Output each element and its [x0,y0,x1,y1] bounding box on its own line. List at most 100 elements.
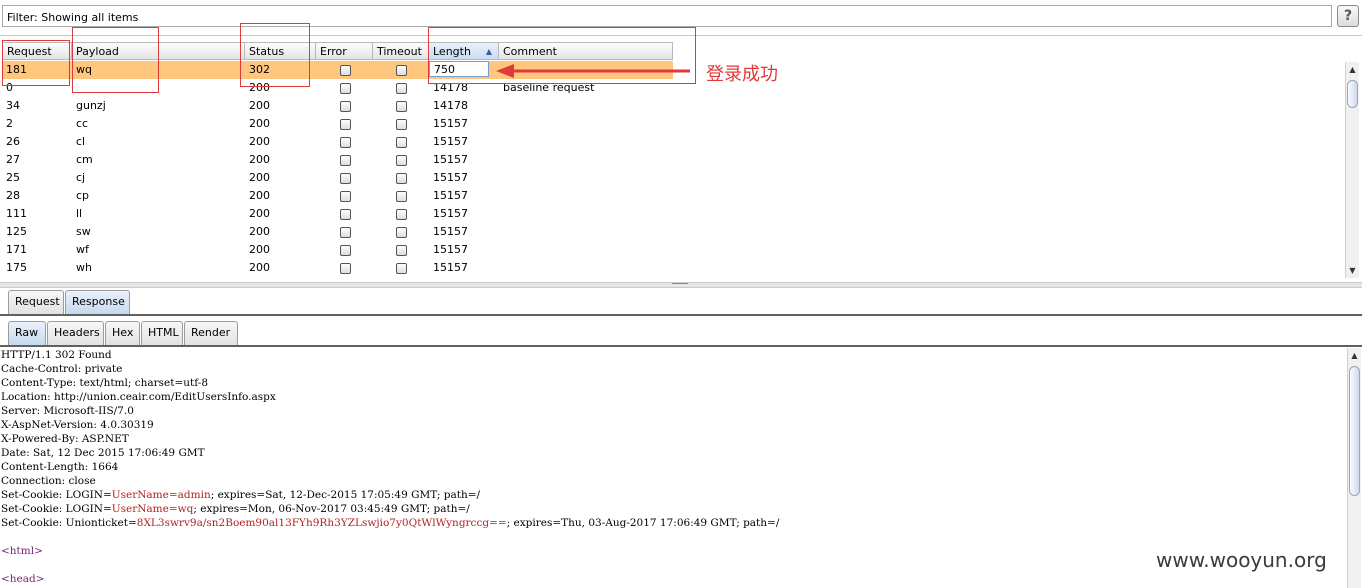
cell-status: 200 [249,243,270,256]
view-tabs: Raw Headers Hex HTML Render [0,321,1362,345]
table-row[interactable]: 125 sw 200 15157 [2,223,673,241]
response-text: Server: Microsoft-IIS/7.0 [1,405,134,417]
cell-payload: gunzj [76,99,106,112]
response-text: X-Powered-By: ASP.NET [1,433,129,445]
filter-bar[interactable]: Filter: Showing all items [2,5,1332,27]
column-header-label: Length [433,45,471,58]
column-header-request[interactable]: Request [2,42,72,60]
error-checkbox[interactable] [339,137,351,148]
timeout-checkbox[interactable] [396,245,407,256]
column-header-timeout[interactable]: Timeout [373,42,429,60]
cell-length: 15157 [433,207,468,220]
tab-headers[interactable]: Headers [47,321,104,345]
help-button[interactable]: ? [1337,5,1359,27]
scroll-up-icon[interactable]: ▲ [1348,349,1361,362]
table-row[interactable]: 34 gunzj 200 14178 [2,97,673,115]
response-line: X-AspNet-Version: 4.0.30319 [0,418,1346,432]
cell-status: 200 [249,189,270,202]
splitter-grip[interactable] [672,283,688,286]
cell-payload: wh [76,261,92,274]
timeout-checkbox[interactable] [396,83,407,94]
tab-label: Render [191,326,231,339]
cell-request: 2 [6,117,13,130]
cell-payload: cm [76,153,93,166]
table-row[interactable]: 171 wf 200 15157 [2,241,673,259]
cell-request: 181 [6,63,27,76]
pane-splitter[interactable] [0,282,1362,288]
response-line: Location: http://union.ceair.com/EditUse… [0,390,1346,404]
error-checkbox[interactable] [339,119,351,130]
timeout-checkbox[interactable] [396,65,407,76]
cell-request: 27 [6,153,20,166]
cell-comment [499,115,503,133]
cell-comment [499,241,503,259]
cell-request: 171 [6,243,27,256]
tab-response[interactable]: Response [65,290,130,314]
column-header-error[interactable]: Error [316,42,373,60]
table-row[interactable]: 28 cp 200 15157 [2,187,673,205]
error-checkbox[interactable] [339,191,351,202]
response-text: Date: Sat, 12 Dec 2015 17:06:49 GMT [1,447,205,459]
cell-request: 34 [6,99,20,112]
timeout-checkbox[interactable] [396,137,407,148]
response-line: Set-Cookie: Unionticket=8XL3swrv9a/sn2Bo… [0,516,1346,530]
timeout-checkbox[interactable] [396,263,407,274]
tab-hex[interactable]: Hex [105,321,140,345]
scrollbar-thumb[interactable] [1349,366,1360,496]
column-header-payload[interactable]: Payload [72,42,245,60]
cell-status: 200 [249,225,270,238]
scroll-up-icon[interactable]: ▲ [1346,63,1359,76]
tab-label: Headers [54,326,100,339]
cell-comment [499,133,503,151]
error-checkbox[interactable] [339,101,351,112]
table-row[interactable]: 175 wh 200 15157 [2,259,673,277]
tab-request[interactable]: Request [8,290,64,314]
response-line [0,558,1346,572]
column-header-comment[interactable]: Comment [499,42,673,60]
timeout-checkbox[interactable] [396,173,407,184]
cell-length: 14178 [433,81,468,94]
error-checkbox[interactable] [339,227,351,238]
table-row[interactable]: 25 cj 200 15157 [2,169,673,187]
column-header-label: Request [7,45,52,58]
error-checkbox[interactable] [339,263,351,274]
response-line [0,530,1346,544]
table-row[interactable]: 26 cl 200 15157 [2,133,673,151]
cell-length: 750 [429,61,489,77]
table-row[interactable]: 27 cm 200 15157 [2,151,673,169]
error-checkbox[interactable] [339,155,351,166]
tab-label: HTML [148,326,179,339]
timeout-checkbox[interactable] [396,227,407,238]
table-row[interactable]: 0 200 14178 baseline request [2,79,673,97]
timeout-checkbox[interactable] [396,155,407,166]
column-header-length[interactable]: Length ▲ [429,42,499,60]
table-row[interactable]: 2 cc 200 15157 [2,115,673,133]
column-header-status[interactable]: Status [245,42,316,60]
scroll-down-icon[interactable]: ▼ [1346,264,1359,277]
cell-status: 200 [249,117,270,130]
timeout-checkbox[interactable] [396,119,407,130]
error-checkbox[interactable] [339,173,351,184]
timeout-checkbox[interactable] [396,209,407,220]
table-scrollbar[interactable]: ▲ ▼ [1345,62,1359,278]
tab-render[interactable]: Render [184,321,238,345]
error-checkbox[interactable] [339,83,351,94]
cell-status: 200 [249,261,270,274]
cell-payload: cc [76,117,89,130]
cell-status: 200 [249,99,270,112]
response-scrollbar[interactable]: ▲ [1347,348,1361,588]
error-checkbox[interactable] [339,245,351,256]
error-checkbox[interactable] [339,209,351,220]
timeout-checkbox[interactable] [396,101,407,112]
timeout-checkbox[interactable] [396,191,407,202]
tab-html[interactable]: HTML [141,321,183,345]
response-line: Connection: close [0,474,1346,488]
response-body[interactable]: HTTP/1.1 302 Found Cache-Control: private… [0,348,1346,588]
tab-raw[interactable]: Raw [8,321,46,345]
table-row[interactable]: 111 ll 200 15157 [2,205,673,223]
response-text: Connection: close [1,475,96,487]
annotation-label: 登录成功 [706,64,778,85]
tab-label: Response [72,295,125,308]
scrollbar-thumb[interactable] [1347,80,1358,108]
error-checkbox[interactable] [339,65,351,76]
